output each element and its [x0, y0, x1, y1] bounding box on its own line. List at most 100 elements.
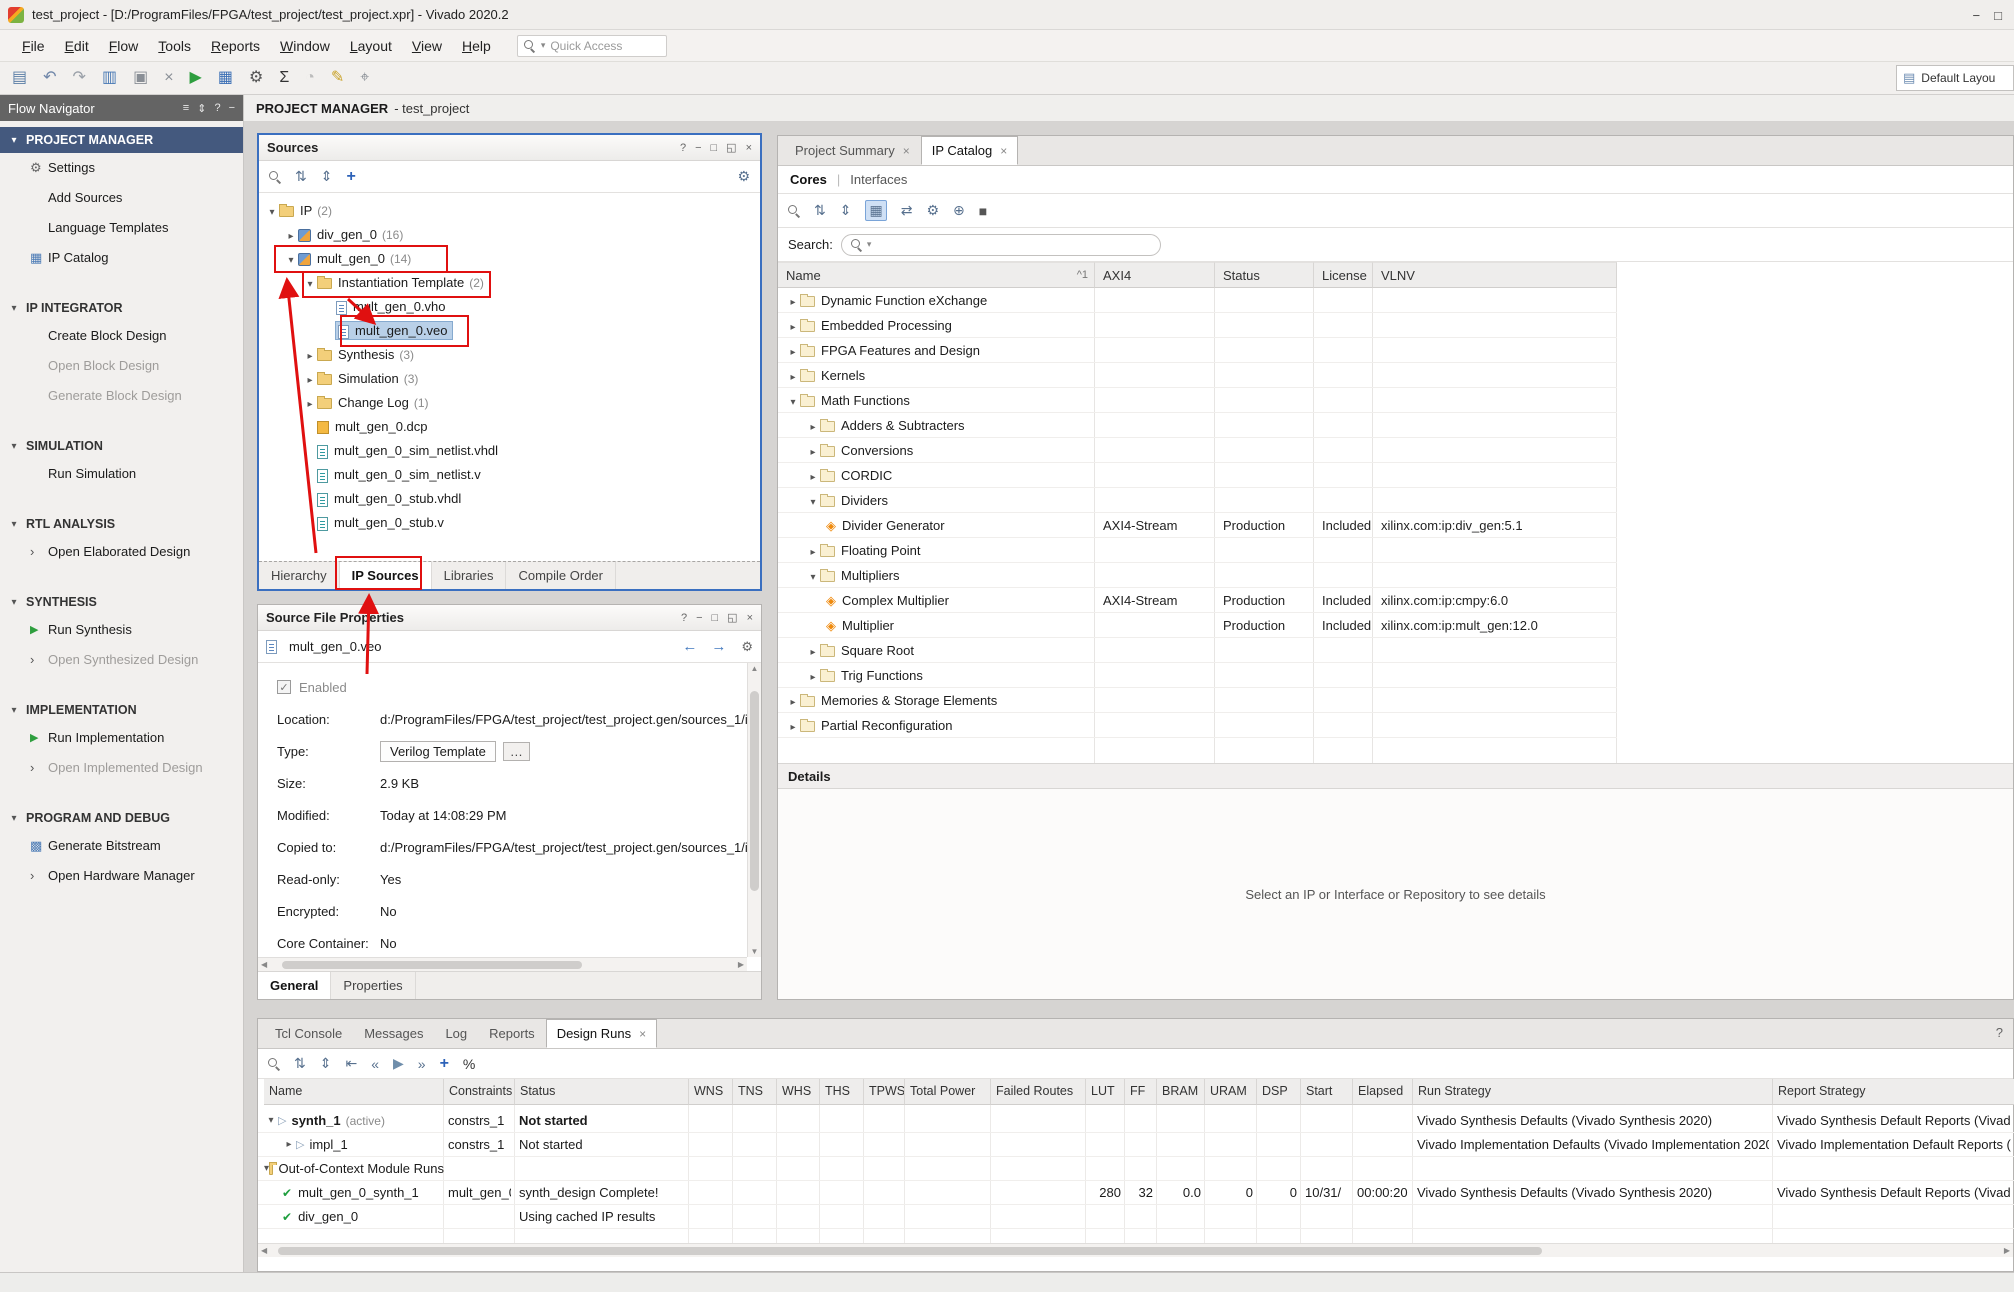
column-header-failed-routes[interactable]: Failed Routes — [991, 1079, 1086, 1105]
chevron-right-icon[interactable]: ▸ — [786, 340, 800, 365]
run-row-synth-1[interactable]: ▾▷synth_1(active)constrs_1Not startedViv… — [258, 1109, 2014, 1133]
menu-file[interactable]: File — [12, 33, 55, 59]
restore-button[interactable]: □ — [1994, 8, 2002, 23]
search-icon[interactable] — [269, 171, 281, 183]
expand-all-icon[interactable]: ⇕ — [840, 202, 852, 219]
tab-general[interactable]: General — [258, 972, 331, 999]
nav-item-run-implementation[interactable]: ▶Run Implementation — [0, 723, 243, 753]
tab-log[interactable]: Log — [434, 1019, 478, 1048]
minimize-button[interactable]: − — [1973, 8, 1981, 23]
pin-icon[interactable]: ≡ — [183, 102, 189, 114]
sum-icon[interactable]: Σ — [279, 70, 289, 86]
minimize-icon[interactable]: − — [229, 102, 235, 114]
chevron-down-icon[interactable]: ▾ — [265, 201, 279, 225]
run-row-out-of-context-module-runs[interactable]: ▾Out-of-Context Module Runs — [258, 1157, 2014, 1181]
column-header-tpws[interactable]: TPWS — [864, 1079, 905, 1105]
run-icon[interactable]: ▶ — [190, 70, 202, 86]
chevron-down-icon[interactable]: ▾ — [806, 565, 820, 590]
nav-item-open-implemented-design[interactable]: ›Open Implemented Design — [0, 753, 243, 783]
back-icon[interactable]: ← — [682, 638, 697, 655]
column-header-elapsed[interactable]: Elapsed — [1353, 1079, 1413, 1105]
run-row-mult-gen-0-synth-1[interactable]: ✔mult_gen_0_synth_1mult_gen_0synth_desig… — [258, 1181, 2014, 1205]
tab-properties[interactable]: Properties — [331, 972, 415, 999]
tab-hierarchy[interactable]: Hierarchy — [259, 562, 340, 589]
column-header-constraints[interactable]: Constraints — [444, 1079, 515, 1105]
tab-messages[interactable]: Messages — [353, 1019, 434, 1048]
catalog-row-math-functions[interactable]: ▾Math Functions — [778, 388, 1617, 413]
nav-item-run-simulation[interactable]: Run Simulation — [0, 459, 243, 489]
nav-item-open-elaborated-design[interactable]: ›Open Elaborated Design — [0, 537, 243, 567]
catalog-row-complex-multiplier[interactable]: ◈Complex MultiplierAXI4-StreamProduction… — [778, 588, 1617, 613]
horizontal-scrollbar[interactable]: ◀ ▶ — [258, 957, 747, 971]
subtab-cores[interactable]: Cores — [790, 172, 827, 187]
tree-item-instantiation-template[interactable]: ▾Instantiation Template(2) — [259, 271, 760, 295]
column-header-lut[interactable]: LUT — [1086, 1079, 1125, 1105]
catalog-row-dynamic-function-exchange[interactable]: ▸Dynamic Function eXchange — [778, 288, 1617, 313]
expand-all-icon[interactable]: ⇕ — [321, 168, 333, 185]
nav-item-open-synthesized-design[interactable]: ›Open Synthesized Design — [0, 645, 243, 675]
chevron-right-icon[interactable]: ▸ — [786, 690, 800, 715]
settings-gear-icon[interactable]: ⚙ — [737, 168, 750, 185]
catalog-row-square-root[interactable]: ▸Square Root — [778, 638, 1617, 663]
nav-section-header-simulation[interactable]: ▾SIMULATION — [0, 433, 243, 459]
quick-access-search[interactable]: ▾ Quick Access — [517, 35, 667, 57]
chevron-right-icon[interactable]: ▸ — [786, 715, 800, 740]
help-icon[interactable]: ? — [214, 102, 220, 114]
catalog-row-cordic[interactable]: ▸CORDIC — [778, 463, 1617, 488]
enabled-checkbox[interactable]: ✓ — [277, 680, 291, 694]
create-run-icon[interactable]: + — [440, 1055, 449, 1073]
scroll-left-icon[interactable]: ◀ — [261, 958, 267, 972]
close-icon[interactable]: × — [746, 142, 752, 154]
collapse-all-icon[interactable]: ⇅ — [814, 202, 826, 219]
column-header-uram[interactable]: URAM — [1205, 1079, 1257, 1105]
sfp-panel-header[interactable]: Source File Properties ? − □ ◱ × — [258, 605, 761, 631]
chevron-right-icon[interactable]: ▸ — [806, 540, 820, 565]
float-icon[interactable]: □ — [712, 612, 719, 624]
column-header-axi4[interactable]: AXI4 — [1095, 262, 1215, 288]
undo-icon[interactable]: ↶ — [43, 70, 56, 86]
column-header-whs[interactable]: WHS — [777, 1079, 820, 1105]
chevron-down-icon[interactable]: ▾ — [284, 249, 298, 273]
tree-item-mult-gen-0-vho[interactable]: mult_gen_0.vho — [259, 295, 760, 319]
nav-section-header-ip-integrator[interactable]: ▾IP INTEGRATOR — [0, 295, 243, 321]
tree-item-mult-gen-0-veo[interactable]: mult_gen_0.veo — [259, 319, 760, 343]
help-icon[interactable]: ? — [680, 142, 686, 154]
nav-item-generate-bitstream[interactable]: ▩Generate Bitstream — [0, 831, 243, 861]
column-header-status[interactable]: Status — [515, 1079, 689, 1105]
settings-gear-icon[interactable]: ⚙ — [741, 639, 753, 655]
chevron-right-icon[interactable]: ▸ — [806, 440, 820, 465]
expand-collapse-icon[interactable]: ⇕ — [197, 102, 206, 115]
details-section-header[interactable]: Details — [778, 763, 2013, 789]
nav-section-header-project-manager[interactable]: ▾PROJECT MANAGER — [0, 127, 243, 153]
catalog-row-fpga-features-and-design[interactable]: ▸FPGA Features and Design — [778, 338, 1617, 363]
percent-icon[interactable]: % — [463, 1056, 475, 1072]
chevron-right-icon[interactable]: ▸ — [786, 365, 800, 390]
menu-flow[interactable]: Flow — [99, 33, 149, 59]
menu-window[interactable]: Window — [270, 33, 340, 59]
report-icon[interactable]: ▥ — [102, 70, 117, 86]
scrollbar-thumb[interactable] — [282, 961, 582, 969]
column-header-start[interactable]: Start — [1301, 1079, 1353, 1105]
tab-reports[interactable]: Reports — [478, 1019, 546, 1048]
menu-help[interactable]: Help — [452, 33, 501, 59]
add-repository-icon[interactable]: ⊕ — [953, 202, 965, 219]
chevron-down-icon[interactable]: ▾ — [786, 390, 800, 415]
catalog-row-dividers[interactable]: ▾Dividers — [778, 488, 1617, 513]
nav-item-add-sources[interactable]: Add Sources — [0, 183, 243, 213]
chevron-down-icon[interactable]: ▾ — [303, 273, 317, 297]
settings-gear-icon[interactable]: ⚙ — [926, 202, 939, 219]
nav-item-create-block-design[interactable]: Create Block Design — [0, 321, 243, 351]
maximize-icon[interactable]: ◱ — [726, 141, 736, 154]
catalog-row-multipliers[interactable]: ▾Multipliers — [778, 563, 1617, 588]
search-icon[interactable] — [268, 1058, 280, 1070]
nav-section-header-synthesis[interactable]: ▾SYNTHESIS — [0, 589, 243, 615]
collapse-all-icon[interactable]: ⇅ — [295, 168, 307, 185]
column-header-wns[interactable]: WNS — [689, 1079, 733, 1105]
clock-icon[interactable]: ◔ — [305, 70, 315, 86]
menu-view[interactable]: View — [402, 33, 452, 59]
nav-item-run-synthesis[interactable]: ▶Run Synthesis — [0, 615, 243, 645]
edit-icon[interactable]: ✎ — [331, 70, 344, 86]
chevron-down-icon[interactable]: ▾ — [264, 1109, 278, 1133]
search-icon[interactable] — [788, 205, 800, 217]
nav-item-settings[interactable]: ⚙Settings — [0, 153, 243, 183]
